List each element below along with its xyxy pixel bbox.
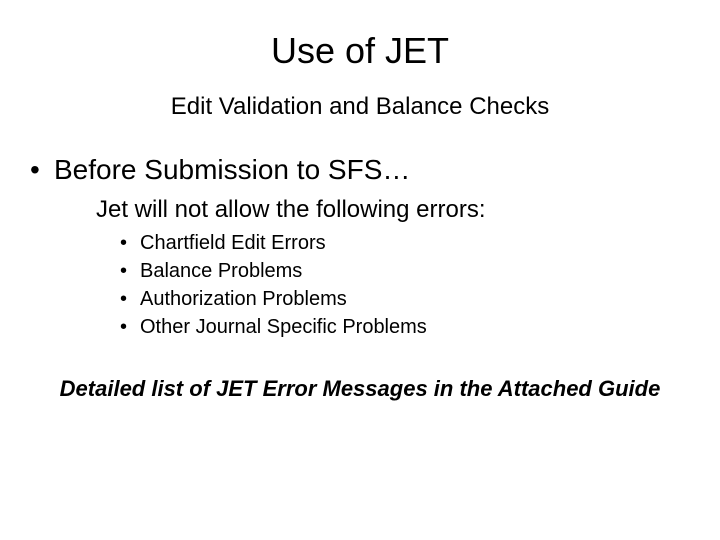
slide-subtitle: Edit Validation and Balance Checks	[0, 93, 720, 121]
body-subheading: Jet will not allow the following errors:	[30, 195, 690, 225]
slide-body: Before Submission to SFS… Jet will not a…	[30, 152, 690, 343]
list-item: Other Journal Specific Problems	[30, 315, 690, 340]
slide-title: Use of JET	[0, 30, 720, 72]
list-item: Balance Problems	[30, 259, 690, 284]
body-heading: Before Submission to SFS…	[30, 152, 690, 187]
footer-note: Detailed list of JET Error Messages in t…	[50, 375, 670, 403]
list-item: Authorization Problems	[30, 287, 690, 312]
list-item: Chartfield Edit Errors	[30, 231, 690, 256]
slide: Use of JET Edit Validation and Balance C…	[0, 0, 720, 540]
